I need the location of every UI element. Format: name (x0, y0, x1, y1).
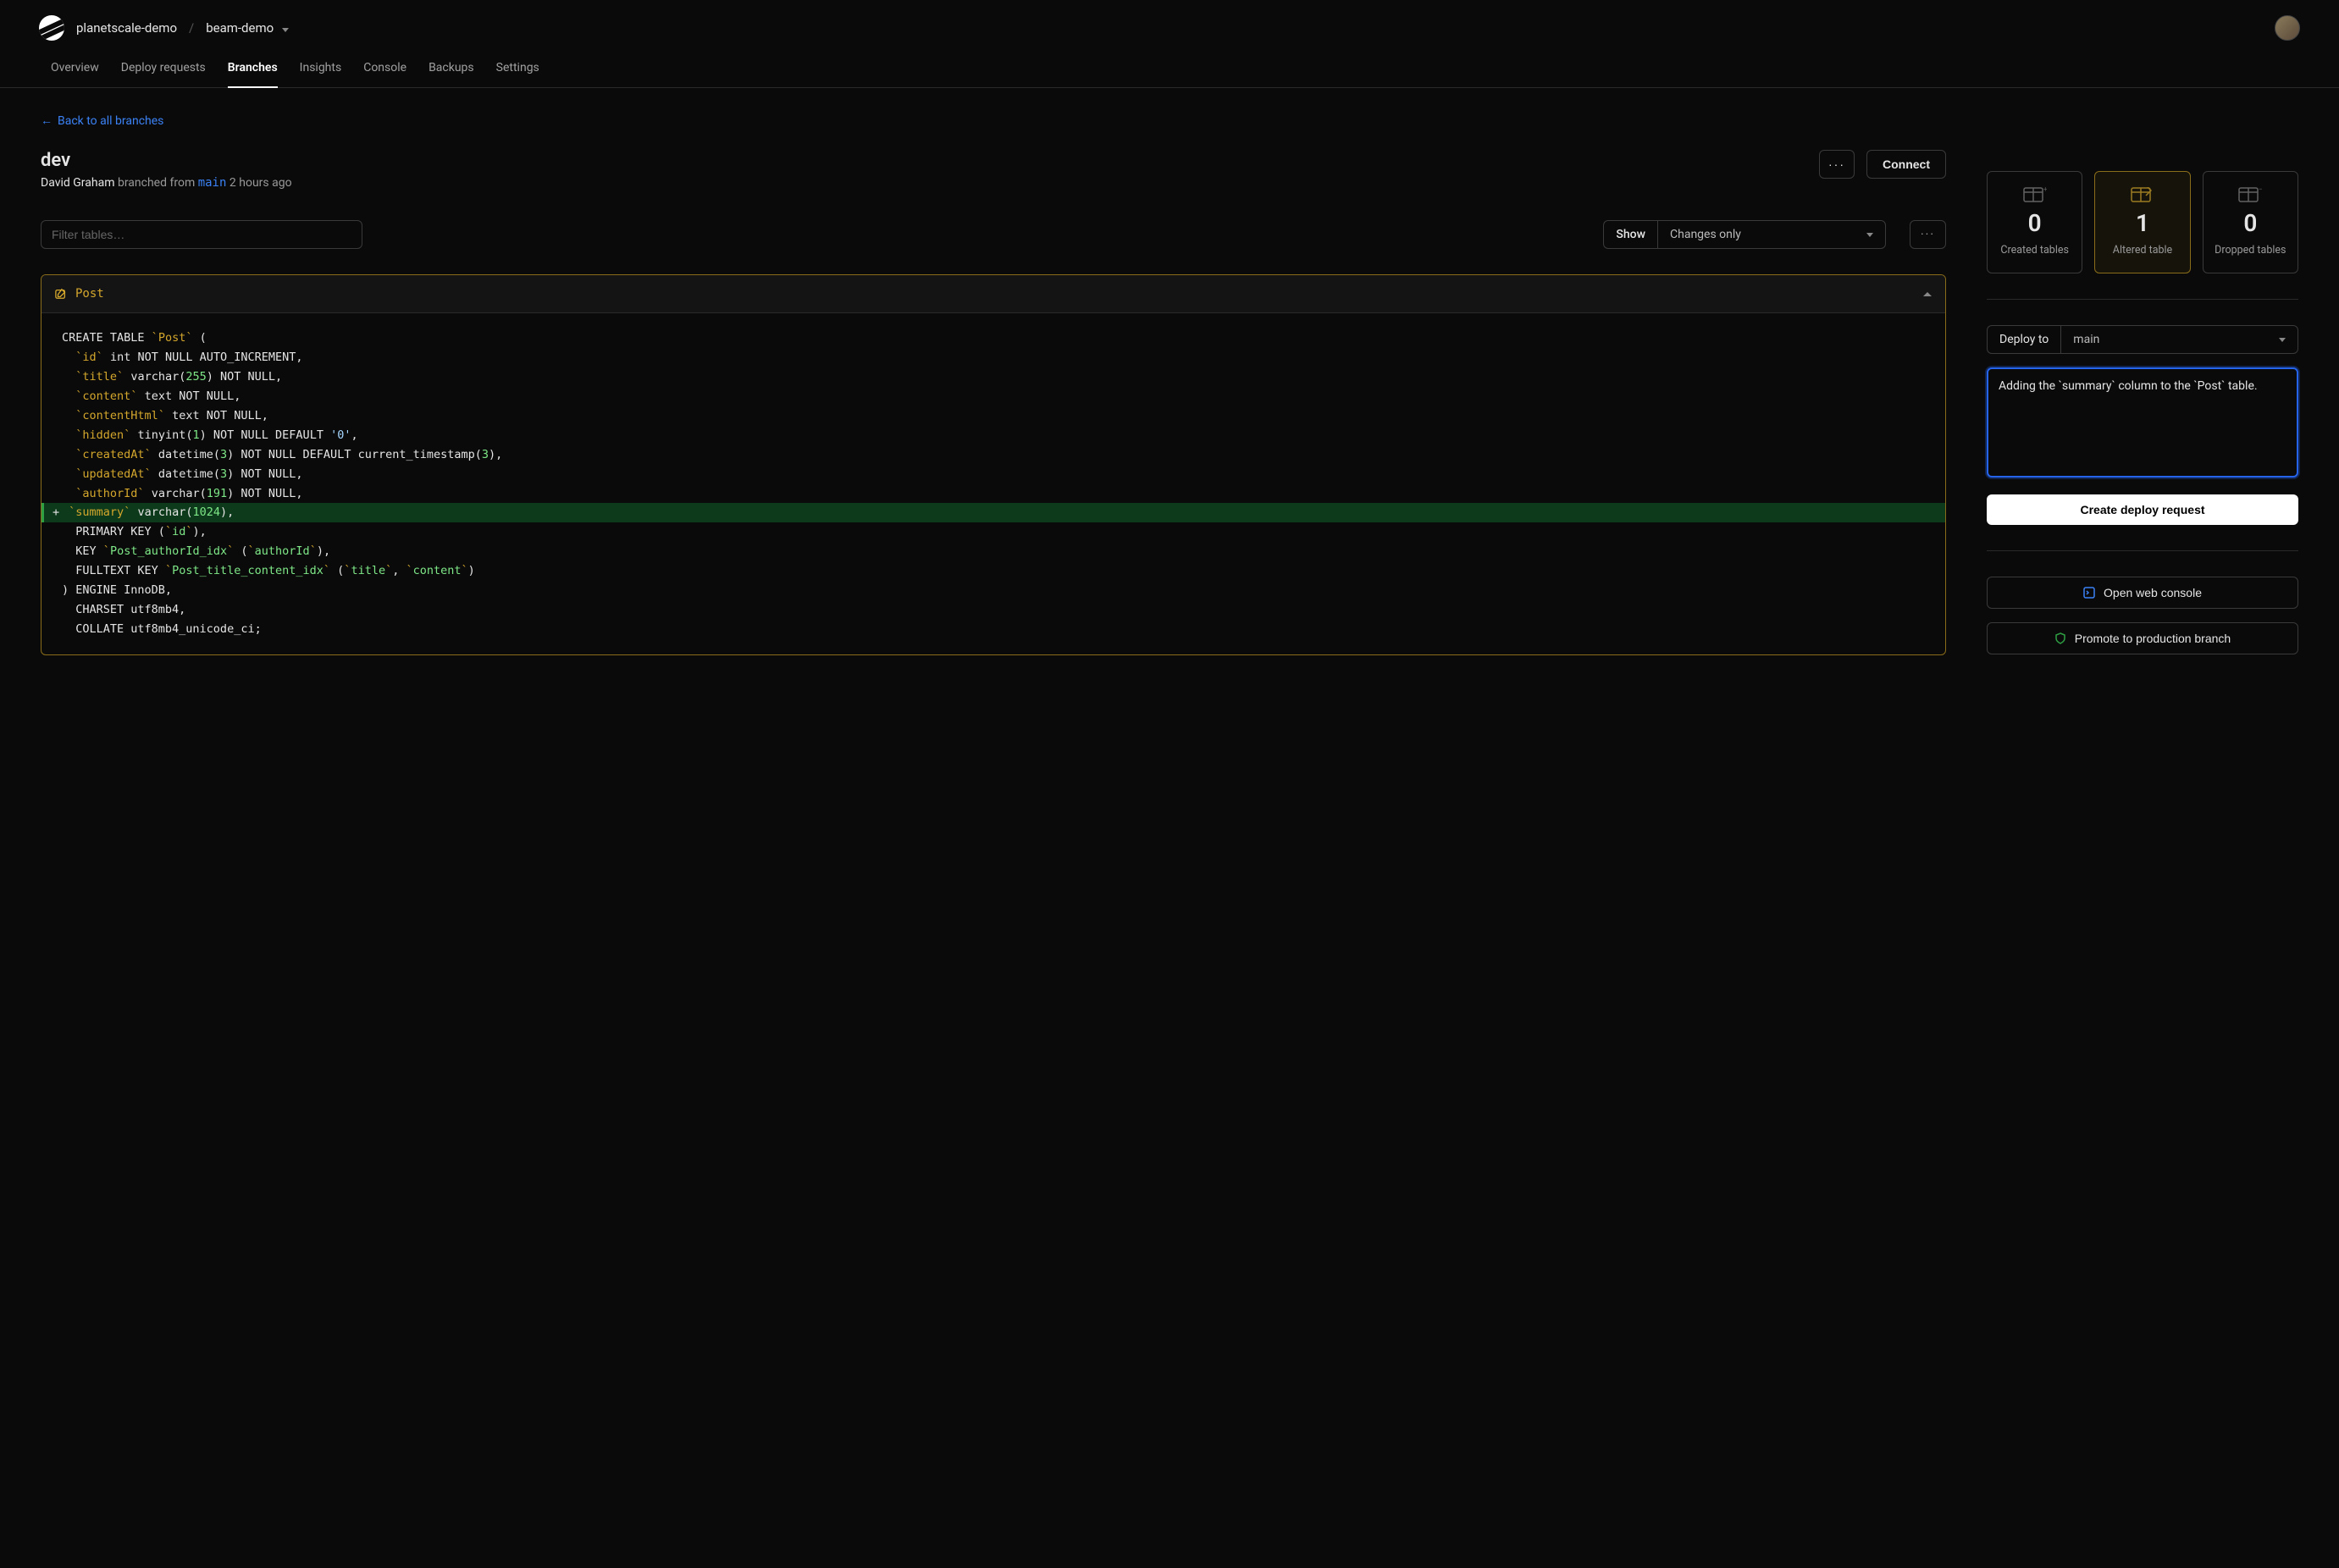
code-line: `authorId` varchar(191) NOT NULL, (41, 484, 1945, 504)
tab-console[interactable]: Console (363, 54, 406, 88)
code-line: `title` varchar(255) NOT NULL, (41, 367, 1945, 387)
code-line: FULLTEXT KEY `Post_title_content_idx` (`… (41, 561, 1945, 581)
table-plus-icon: + (2023, 187, 2047, 202)
code-line: + `summary` varchar(1024), (41, 503, 1945, 522)
chevron-up-icon (1923, 292, 1932, 296)
code-line: `id` int NOT NULL AUTO_INCREMENT, (41, 348, 1945, 367)
deploy-message-textarea[interactable] (1987, 367, 2298, 478)
parent-branch-link[interactable]: main (198, 176, 227, 190)
svg-text:−: − (2259, 187, 2262, 193)
code-line: ) ENGINE InnoDB, (41, 581, 1945, 600)
table-minus-icon: − (2238, 187, 2262, 202)
created-count: 0 (2028, 209, 2042, 237)
tab-deploy-requests[interactable]: Deploy requests (121, 54, 206, 88)
chevron-down-icon (1866, 233, 1873, 237)
tab-overview[interactable]: Overview (51, 54, 99, 88)
table-diff-header[interactable]: Post (41, 275, 1945, 313)
tab-insights[interactable]: Insights (300, 54, 342, 88)
connect-button[interactable]: Connect (1866, 150, 1946, 179)
logo-icon[interactable] (39, 15, 64, 41)
svg-text:+: + (2043, 187, 2047, 193)
code-line: CHARSET utf8mb4, (41, 600, 1945, 620)
create-deploy-request-button[interactable]: Create deploy request (1987, 494, 2298, 525)
show-label: Show (1603, 220, 1657, 249)
tab-settings[interactable]: Settings (496, 54, 539, 88)
edit-icon (55, 288, 67, 300)
table-diff-panel: Post CREATE TABLE `Post` ( `id` int NOT … (41, 274, 1946, 655)
tab-backups[interactable]: Backups (429, 54, 474, 88)
open-web-console-button[interactable]: Open web console (1987, 577, 2298, 609)
code-line: COLLATE utf8mb4_unicode_ci; (41, 620, 1945, 639)
table-edit-icon (2131, 187, 2154, 202)
tables-more-button[interactable]: ··· (1910, 220, 1946, 249)
nav-tabs: Overview Deploy requests Branches Insights C… (0, 41, 2339, 88)
code-line: `hidden` tinyint(1) NOT NULL DEFAULT '0'… (41, 426, 1945, 445)
arrow-left-icon: ← (41, 113, 53, 128)
breadcrumb: planetscale-demo / beam-demo (76, 20, 289, 36)
avatar[interactable] (2275, 15, 2300, 41)
dropped-count: 0 (2243, 209, 2257, 237)
chevron-down-icon (282, 28, 289, 32)
code-line: `content` text NOT NULL, (41, 387, 1945, 406)
back-to-branches-link[interactable]: ← Back to all branches (41, 113, 163, 128)
branch-subtitle: David Graham branched from main 2 hours … (41, 176, 292, 190)
sql-code: CREATE TABLE `Post` ( `id` int NOT NULL … (41, 313, 1945, 654)
shield-icon (2054, 632, 2066, 644)
divider (1987, 550, 2298, 551)
code-line: CREATE TABLE `Post` ( (41, 329, 1945, 348)
code-line: PRIMARY KEY (`id`), (41, 522, 1945, 542)
table-name: Post (75, 287, 104, 301)
code-line: KEY `Post_authorId_idx` (`authorId`), (41, 542, 1945, 561)
breadcrumb-separator: / (189, 20, 194, 36)
divider (1987, 299, 2298, 300)
show-select[interactable]: Changes only (1657, 220, 1886, 249)
deploy-to-label: Deploy to (1987, 325, 2060, 354)
promote-to-production-button[interactable]: Promote to production branch (1987, 622, 2298, 654)
terminal-icon (2083, 587, 2095, 599)
breadcrumb-org[interactable]: planetscale-demo (76, 20, 177, 36)
created-tables-card: + 0 Created tables (1987, 171, 2082, 273)
chevron-down-icon (2279, 338, 2286, 342)
code-line: `updatedAt` datetime(3) NOT NULL, (41, 465, 1945, 484)
branch-more-button[interactable]: ··· (1819, 150, 1855, 179)
dropped-tables-card: − 0 Dropped tables (2203, 171, 2298, 273)
breadcrumb-db[interactable]: beam-demo (206, 20, 289, 36)
filter-tables-input[interactable] (41, 220, 362, 249)
branch-title: dev (41, 150, 292, 171)
altered-tables-card: 1 Altered table (2094, 171, 2190, 273)
deploy-target-select[interactable]: main (2060, 325, 2298, 354)
code-line: `createdAt` datetime(3) NOT NULL DEFAULT… (41, 445, 1945, 465)
tab-branches[interactable]: Branches (228, 54, 278, 88)
code-line: `contentHtml` text NOT NULL, (41, 406, 1945, 426)
altered-count: 1 (2136, 209, 2149, 237)
